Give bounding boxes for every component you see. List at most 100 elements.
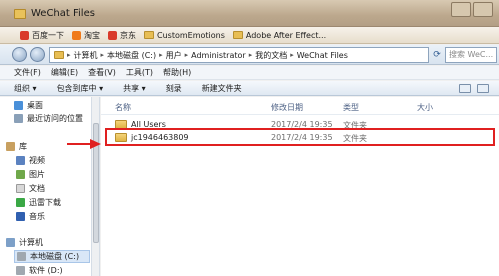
video-icon xyxy=(16,156,25,165)
address-row: ▸ 计算机 ▸ 本地磁盘 (C:) ▸ 用户 ▸ Administrator ▸… xyxy=(0,45,499,65)
window-title: WeChat Files xyxy=(31,8,95,19)
view-controls xyxy=(459,84,489,93)
menu-file[interactable]: 文件(F) xyxy=(14,67,41,78)
header-divider xyxy=(101,114,499,115)
picture-icon xyxy=(16,170,25,179)
taobao-icon xyxy=(72,30,81,40)
sidebar-item-desktop[interactable]: 桌面 xyxy=(14,100,43,111)
column-header-size[interactable]: 大小 xyxy=(417,102,433,113)
desktop-icon xyxy=(14,101,23,110)
menu-view[interactable]: 查看(V) xyxy=(88,67,116,78)
sidebar-item-label: 视频 xyxy=(29,156,45,165)
menu-tools[interactable]: 工具(T) xyxy=(126,67,153,78)
sidebar-item-label: 文档 xyxy=(29,184,45,193)
breadcrumb-computer[interactable]: 计算机 xyxy=(74,50,98,61)
back-button[interactable] xyxy=(12,47,27,62)
breadcrumb-drive-c[interactable]: 本地磁盘 (C:) xyxy=(107,50,156,61)
folder-icon xyxy=(54,51,64,59)
favorite-baidu[interactable]: 百度一下 xyxy=(18,30,66,41)
sidebar-item-computer[interactable]: 计算机 xyxy=(6,237,43,248)
favorite-adobe-after-effects[interactable]: Adobe After Effect... xyxy=(231,31,328,40)
file-list: 名称 修改日期 类型 大小 All Users 2017/2/4 19:35 文… xyxy=(101,97,499,276)
sidebar-item-drive-c[interactable]: 本地磁盘 (C:) xyxy=(14,250,90,263)
folder-icon xyxy=(144,31,154,39)
favorite-label: Adobe After Effect... xyxy=(245,30,327,40)
download-icon xyxy=(16,198,25,207)
organize-button[interactable]: 组织 ▾ xyxy=(14,83,37,94)
computer-icon xyxy=(6,238,15,247)
sidebar-item-label: 图片 xyxy=(29,170,45,179)
favorite-jd[interactable]: 京东 xyxy=(106,30,138,41)
baidu-icon xyxy=(20,30,29,40)
chevron-right-icon: ▸ xyxy=(159,51,163,59)
sidebar-item-recent-places[interactable]: 最近访问的位置 xyxy=(14,113,83,124)
breadcrumb-administrator[interactable]: Administrator xyxy=(191,51,246,60)
jd-icon xyxy=(108,30,117,40)
breadcrumb-users[interactable]: 用户 xyxy=(166,50,182,61)
column-header-date-modified[interactable]: 修改日期 xyxy=(271,102,303,113)
highlight-box xyxy=(105,128,495,146)
sidebar-item-label: 本地磁盘 (C:) xyxy=(30,252,80,261)
navigation-scrollbar[interactable] xyxy=(92,97,100,276)
sidebar-item-documents[interactable]: 文档 xyxy=(16,183,45,194)
favorite-taobao[interactable]: 淘宝 xyxy=(70,30,102,41)
folder-icon xyxy=(232,31,243,39)
refresh-icon[interactable]: ⟳ xyxy=(431,47,443,63)
sidebar-item-thunder-downloads[interactable]: 迅雷下载 xyxy=(16,197,61,208)
title-bar: WeChat Files xyxy=(0,0,499,27)
sidebar-item-label: 迅雷下载 xyxy=(29,198,61,207)
drive-icon xyxy=(16,266,25,275)
sidebar-item-pictures[interactable]: 图片 xyxy=(16,169,45,180)
sidebar-item-videos[interactable]: 视频 xyxy=(16,155,45,166)
forward-button[interactable] xyxy=(30,47,45,62)
include-in-library-button[interactable]: 包含到库中 ▾ xyxy=(57,83,104,94)
share-button[interactable]: 共享 ▾ xyxy=(123,83,146,94)
favorite-label: 京东 xyxy=(120,30,136,40)
chevron-right-icon: ▸ xyxy=(248,51,253,59)
folder-icon xyxy=(14,9,26,19)
preview-pane-icon[interactable] xyxy=(477,84,489,93)
music-icon xyxy=(16,212,25,221)
navigation-pane: 桌面 最近访问的位置 库 视频 图片 文档 迅雷下载 音乐 计算机 本地磁盘 (… xyxy=(0,97,92,276)
menu-bar: 文件(F) 编辑(E) 查看(V) 工具(T) 帮助(H) xyxy=(0,66,499,80)
favorite-label: 淘宝 xyxy=(84,30,100,40)
recent-places-icon xyxy=(14,114,23,123)
command-bar: 组织 ▾ 包含到库中 ▾ 共享 ▾ 刻录 新建文件夹 xyxy=(0,81,499,96)
sidebar-item-label: 桌面 xyxy=(27,101,43,110)
sidebar-item-label: 最近访问的位置 xyxy=(27,114,83,123)
arrow-annotation-icon xyxy=(67,139,101,149)
menu-help[interactable]: 帮助(H) xyxy=(163,67,191,78)
sidebar-item-libraries[interactable]: 库 xyxy=(6,141,27,152)
breadcrumb-wechat-files[interactable]: WeChat Files xyxy=(297,51,348,60)
sidebar-item-label: 音乐 xyxy=(29,212,45,221)
chevron-right-icon: ▸ xyxy=(67,51,71,59)
column-header-name[interactable]: 名称 xyxy=(115,102,131,113)
search-input[interactable]: 搜索 WeC... xyxy=(445,47,497,63)
explorer-window: WeChat Files 百度一下 淘宝 京东 CustomEmotions A… xyxy=(0,0,499,276)
chevron-right-icon: ▸ xyxy=(100,51,105,59)
new-folder-button[interactable]: 新建文件夹 xyxy=(202,83,242,94)
breadcrumb-my-documents[interactable]: 我的文档 xyxy=(255,50,287,61)
favorite-label: CustomEmotions xyxy=(157,30,225,40)
maximize-button[interactable] xyxy=(473,2,493,17)
burn-button[interactable]: 刻录 xyxy=(166,83,182,94)
window-controls xyxy=(451,2,493,17)
favorites-bar: 百度一下 淘宝 京东 CustomEmotions Adobe After Ef… xyxy=(0,27,499,44)
sidebar-item-label: 库 xyxy=(19,142,27,151)
document-icon xyxy=(16,184,25,193)
column-header-type[interactable]: 类型 xyxy=(343,102,359,113)
library-icon xyxy=(6,142,15,151)
favorite-label: 百度一下 xyxy=(32,30,64,40)
address-bar[interactable]: ▸ 计算机 ▸ 本地磁盘 (C:) ▸ 用户 ▸ Administrator ▸… xyxy=(49,47,429,63)
sidebar-item-label: 计算机 xyxy=(19,238,43,247)
sidebar-item-music[interactable]: 音乐 xyxy=(16,211,45,222)
chevron-right-icon: ▸ xyxy=(184,51,189,59)
menu-edit[interactable]: 编辑(E) xyxy=(51,67,78,78)
view-options-icon[interactable] xyxy=(459,84,471,93)
drive-icon xyxy=(17,252,26,261)
minimize-button[interactable] xyxy=(451,2,471,17)
sidebar-item-drive-d[interactable]: 软件 (D:) xyxy=(16,265,63,276)
favorite-customemotions[interactable]: CustomEmotions xyxy=(142,31,227,40)
chevron-right-icon: ▸ xyxy=(290,51,294,59)
sidebar-item-label: 软件 (D:) xyxy=(29,266,63,275)
